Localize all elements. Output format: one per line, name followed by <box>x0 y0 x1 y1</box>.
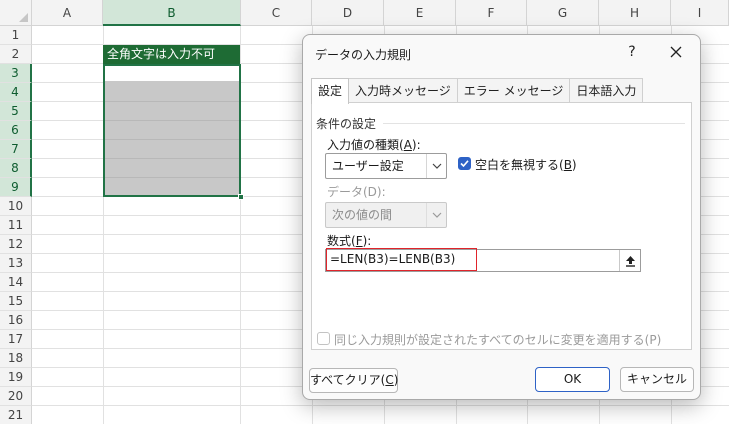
column-header-a[interactable]: A <box>32 0 103 26</box>
chevron-down-icon <box>432 212 441 218</box>
row-header-1[interactable]: 1 <box>0 26 32 45</box>
row-header-12[interactable]: 12 <box>0 235 32 254</box>
row-header-11[interactable]: 11 <box>0 216 32 235</box>
column-header-c[interactable]: C <box>241 0 312 26</box>
row-header-5[interactable]: 5 <box>0 102 32 121</box>
row-header-14[interactable]: 14 <box>0 273 32 292</box>
row-header-13[interactable]: 13 <box>0 254 32 273</box>
row-header-18[interactable]: 18 <box>0 349 32 368</box>
gridline <box>105 139 239 140</box>
collapse-dialog-icon <box>625 255 635 267</box>
chevron-down-icon <box>432 163 441 169</box>
close-button[interactable] <box>663 40 689 64</box>
row-header-6[interactable]: 6 <box>0 121 32 140</box>
select-all-corner[interactable] <box>0 0 32 26</box>
column-header-i[interactable]: I <box>671 0 729 26</box>
column-header-d[interactable]: D <box>312 0 384 26</box>
checkmark-icon <box>460 160 469 168</box>
row-header-4[interactable]: 4 <box>0 83 32 102</box>
data-dropdown-button[interactable] <box>426 203 446 227</box>
tab-ime-mode[interactable]: 日本語入力 <box>569 78 644 103</box>
column-header-b[interactable]: B <box>103 0 241 26</box>
clear-all-button[interactable]: すべてクリア(C) <box>309 368 398 393</box>
data-select-value: 次の値の間 <box>332 208 393 222</box>
column-header-f[interactable]: F <box>456 0 527 26</box>
tab-error-message[interactable]: エラー メッセージ <box>456 78 571 103</box>
gridline <box>32 405 729 406</box>
dialog-title: データの入力規則 <box>315 48 412 62</box>
row-header-20[interactable]: 20 <box>0 387 32 406</box>
row-header-3[interactable]: 3 <box>0 64 32 83</box>
data-validation-dialog: データの入力規則 ? 設定 入力時メッセージ エラー メッセージ 日本語入力 条… <box>302 34 701 400</box>
formula-label: 数式(F): <box>327 234 372 248</box>
help-button[interactable]: ? <box>621 40 643 64</box>
allow-select-value: ユーザー設定 <box>332 159 404 173</box>
row-header-9[interactable]: 9 <box>0 178 32 197</box>
group-divider <box>383 123 685 124</box>
row-header-10[interactable]: 10 <box>0 197 32 216</box>
close-icon <box>670 46 682 58</box>
row-header-21[interactable]: 21 <box>0 406 32 424</box>
tab-input-message[interactable]: 入力時メッセージ <box>348 78 458 103</box>
allow-dropdown-button[interactable] <box>426 154 446 178</box>
gridline <box>105 158 239 159</box>
row-header-2[interactable]: 2 <box>0 45 32 64</box>
column-header-e[interactable]: E <box>384 0 456 26</box>
active-cell-b3[interactable] <box>105 66 239 81</box>
cancel-button[interactable]: キャンセル <box>620 367 694 392</box>
criteria-group-label: 条件の設定 <box>316 117 377 131</box>
column-header-h[interactable]: H <box>599 0 671 26</box>
ignore-blank-label[interactable]: 空白を無視する(B) <box>475 156 577 173</box>
row-header-7[interactable]: 7 <box>0 140 32 159</box>
dialog-tabs: 設定 入力時メッセージ エラー メッセージ 日本語入力 <box>311 78 644 104</box>
fill-handle[interactable] <box>238 194 244 200</box>
apply-all-label[interactable]: 同じ入力規則が設定されたすべてのセルに変更を適用する(P) <box>334 331 661 348</box>
range-select-button[interactable] <box>619 250 640 271</box>
gridline <box>105 101 239 102</box>
ignore-blank-checkbox[interactable] <box>458 157 471 170</box>
tab-settings[interactable]: 設定 <box>311 78 350 104</box>
ok-button[interactable]: OK <box>535 367 610 392</box>
data-label: データ(D): <box>327 185 386 199</box>
data-select[interactable]: 次の値の間 <box>325 202 447 228</box>
allow-select[interactable]: ユーザー設定 <box>325 153 447 179</box>
gridline <box>105 177 239 178</box>
row-header-8[interactable]: 8 <box>0 159 32 178</box>
row-header-15[interactable]: 15 <box>0 292 32 311</box>
cell-b2[interactable]: 全角文字は入力不可 <box>103 45 240 64</box>
column-header-g[interactable]: G <box>527 0 599 26</box>
row-header-17[interactable]: 17 <box>0 330 32 349</box>
allow-label: 入力値の種類(A): <box>327 138 421 152</box>
formula-value[interactable]: =LEN(B3)=LENB(B3) <box>326 248 477 271</box>
gridline <box>105 120 239 121</box>
row-header-19[interactable]: 19 <box>0 368 32 387</box>
row-header-16[interactable]: 16 <box>0 311 32 330</box>
apply-all-checkbox[interactable] <box>317 332 330 345</box>
